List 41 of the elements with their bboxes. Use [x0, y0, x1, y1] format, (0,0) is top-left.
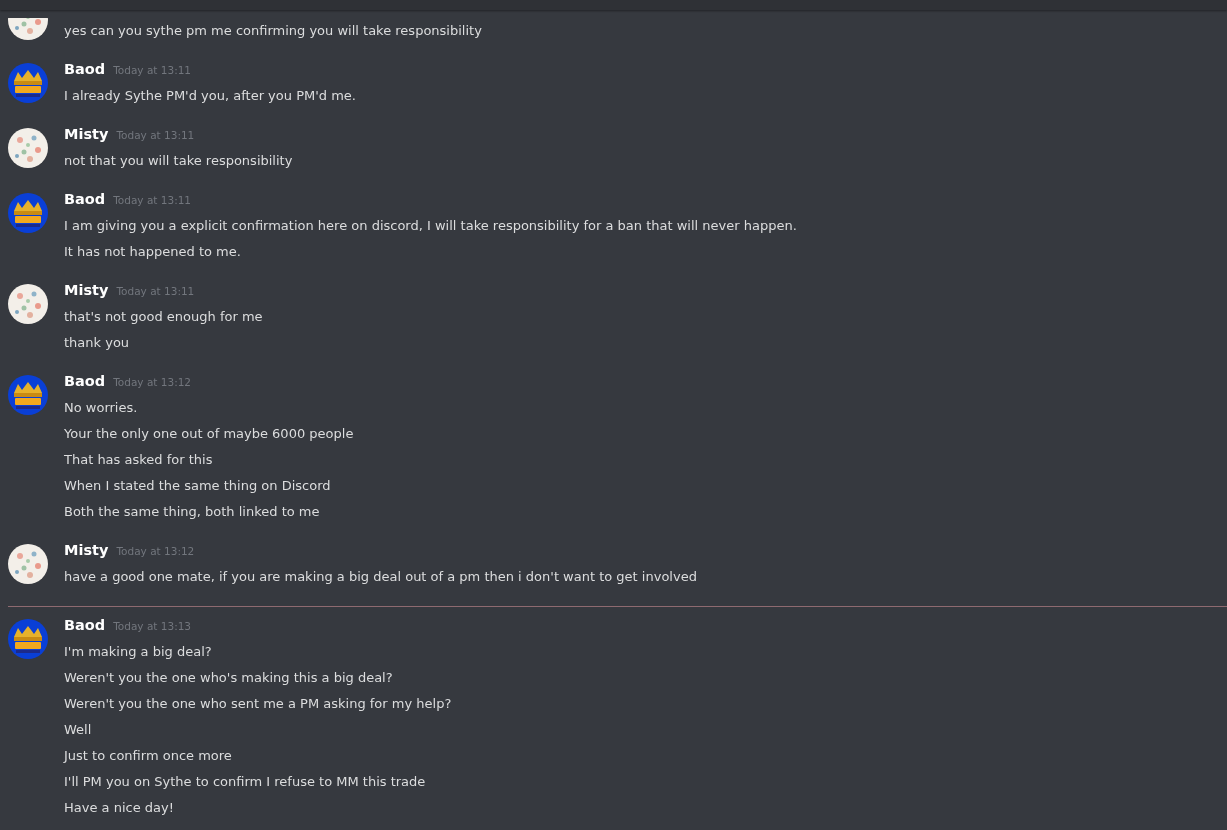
timestamp: Today at 13:11 [116, 129, 195, 141]
message-text: I already Sythe PM'd you, after you PM'd me. [64, 87, 356, 105]
avatar [8, 284, 48, 324]
message-text: not that you will take responsibility [64, 152, 293, 170]
message-text: Have a nice day! [64, 799, 175, 817]
avatar [8, 193, 48, 233]
message-text: thank you [64, 334, 131, 352]
message-text: Your the only one out of maybe 6000 people [64, 425, 354, 443]
username[interactable]: Misty [64, 542, 109, 558]
message-text: I'm making a big deal? [64, 643, 213, 661]
message-text: Weren't you the one who sent me a PM asking for my help? [64, 695, 452, 713]
message-text: that's not good enough for me [64, 308, 263, 326]
avatar [8, 544, 48, 584]
message-text: I'll PM you on Sythe to confirm I refuse to MM this trade [64, 773, 427, 791]
avatar [8, 375, 48, 415]
message-text: No worries. [64, 399, 139, 417]
username[interactable]: Misty [64, 282, 109, 298]
message-text: Well [64, 721, 93, 739]
timestamp: Today at 13:12 [116, 545, 195, 557]
username[interactable]: Baod [64, 191, 106, 207]
message-text: It has not happened to me. [64, 243, 242, 261]
avatar [8, 128, 48, 168]
message-text: yes can you sythe pm me confirming you will take responsibility [64, 22, 482, 40]
message-text: That has asked for this [64, 451, 214, 469]
message-text: have a good one mate, if you are making a big deal out of a pm then i don't want to get involved [64, 568, 697, 586]
message-text: Weren't you the one who's making this a big deal? [64, 669, 394, 687]
timestamp: Today at 13:11 [113, 194, 192, 206]
username[interactable]: Baod [64, 61, 106, 77]
timestamp: Today at 13:12 [113, 376, 192, 388]
message-text: I am giving you a explicit confirmation here on discord, I will take responsibility for a ban that will never happen. [64, 217, 797, 235]
username[interactable]: Baod [64, 617, 106, 633]
message-text: When I stated the same thing on Discord [64, 477, 332, 495]
message-text: Just to confirm once more [64, 747, 233, 765]
avatar [8, 63, 48, 103]
message-text: Both the same thing, both linked to me [64, 503, 321, 521]
avatar [8, 619, 48, 659]
timestamp: Today at 13:11 [116, 285, 195, 297]
timestamp: Today at 13:13 [113, 620, 192, 632]
username[interactable]: Misty [64, 126, 109, 142]
username[interactable]: Baod [64, 373, 106, 389]
timestamp: Today at 13:11 [113, 64, 192, 76]
